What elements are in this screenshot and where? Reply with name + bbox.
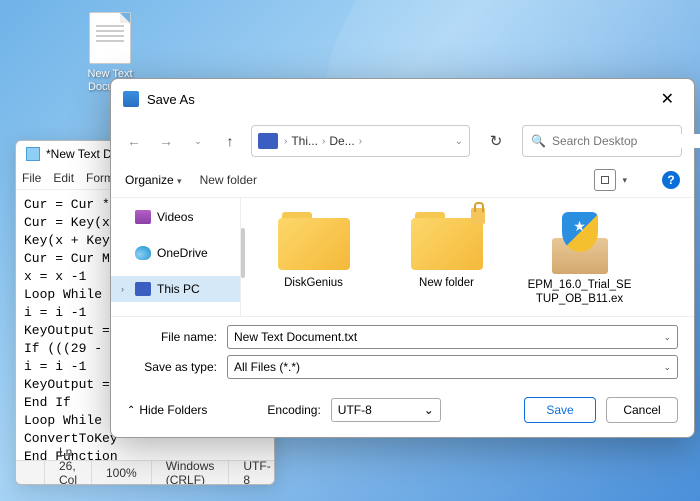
encoding-select[interactable]: UTF-8⌄ — [331, 398, 441, 422]
folder-icon — [278, 212, 350, 270]
nav-row: ← → ⌄ ↑ › Thi... › De... › ⌄ ↻ 🔍 — [111, 119, 694, 163]
chevron-down-icon[interactable]: ⌄ — [424, 403, 434, 417]
status-position: Ln 26, Col 13 — [44, 461, 91, 484]
dialog-titlebar[interactable]: Save As ✕ — [111, 79, 694, 119]
chevron-down-icon[interactable]: ⌄ — [663, 332, 671, 343]
back-button[interactable]: ← — [123, 130, 145, 152]
menu-file[interactable]: File — [22, 171, 41, 185]
up-button[interactable]: ↑ — [219, 130, 241, 152]
nav-tree: Videos OneDrive ›This PC ›DVD Drive (D:)… — [111, 198, 241, 316]
notepad-statusbar: Ln 26, Col 13 100% Windows (CRLF) UTF-8 — [16, 460, 274, 484]
filename-label: File name: — [127, 330, 227, 344]
folder-icon — [411, 212, 483, 270]
saveastype-field[interactable]: All Files (*.*)⌄ — [227, 355, 678, 379]
status-zoom: 100% — [91, 461, 151, 484]
crumb-thispc[interactable]: Thi... — [291, 134, 318, 148]
encoding-label: Encoding: — [267, 403, 320, 417]
refresh-button[interactable]: ↻ — [480, 125, 512, 157]
dialog-title: Save As — [147, 92, 653, 107]
status-eol: Windows (CRLF) — [151, 461, 229, 484]
file-epm[interactable]: EPM_16.0_Trial_SETUP_OB_B11.ex — [527, 212, 632, 302]
save-button[interactable]: Save — [524, 397, 596, 423]
file-newfolder[interactable]: New folder — [394, 212, 499, 302]
tree-thispc[interactable]: ›This PC — [111, 276, 240, 302]
chevron-up-icon: ⌃ — [127, 405, 135, 416]
pc-icon — [135, 282, 151, 296]
chevron-right-icon: › — [284, 136, 287, 147]
new-folder-button[interactable]: New folder — [200, 173, 257, 187]
tree-videos[interactable]: Videos — [111, 204, 240, 230]
status-encoding: UTF-8 — [228, 461, 275, 484]
saveastype-label: Save as type: — [127, 360, 227, 374]
dialog-icon — [123, 91, 139, 107]
dialog-toolbar: Organize ▾ New folder ? — [111, 163, 694, 197]
search-box[interactable]: 🔍 — [522, 125, 682, 157]
cancel-button[interactable]: Cancel — [606, 397, 678, 423]
search-input[interactable] — [552, 134, 700, 148]
forward-button[interactable]: → — [155, 130, 177, 152]
pc-icon — [258, 133, 278, 149]
search-icon: 🔍 — [531, 134, 546, 148]
onedrive-icon — [135, 246, 151, 260]
crumb-desktop[interactable]: De... — [329, 134, 354, 148]
organize-menu[interactable]: Organize ▾ — [125, 173, 182, 187]
view-button[interactable] — [594, 169, 616, 191]
recent-button[interactable]: ⌄ — [187, 130, 209, 152]
chevron-down-icon[interactable]: ⌄ — [455, 136, 463, 147]
hide-folders-button[interactable]: ⌃Hide Folders — [127, 403, 207, 417]
tree-dvd[interactable]: ›DVD Drive (D:) CO — [111, 312, 240, 316]
chevron-right-icon: › — [322, 136, 325, 147]
breadcrumb[interactable]: › Thi... › De... › ⌄ — [251, 125, 470, 157]
lock-icon — [471, 208, 485, 224]
save-as-dialog: Save As ✕ ← → ⌄ ↑ › Thi... › De... › ⌄ ↻… — [110, 78, 695, 438]
chevron-down-icon[interactable]: ⌄ — [663, 362, 671, 373]
videos-icon — [135, 210, 151, 224]
menu-edit[interactable]: Edit — [53, 171, 74, 185]
filename-field[interactable]: ⌄ — [227, 325, 678, 349]
chevron-right-icon[interactable]: › — [121, 284, 129, 294]
tree-onedrive[interactable]: OneDrive — [111, 240, 240, 266]
installer-icon — [544, 212, 616, 274]
filename-input[interactable] — [234, 330, 663, 344]
close-button[interactable]: ✕ — [653, 87, 682, 111]
chevron-right-icon: › — [359, 136, 362, 147]
text-file-icon — [89, 12, 131, 64]
notepad-icon — [26, 147, 40, 161]
file-diskgenius[interactable]: DiskGenius — [261, 212, 366, 302]
help-button[interactable]: ? — [662, 171, 680, 189]
file-pane[interactable]: DiskGenius New folder EPM_16.0_Trial_SET… — [241, 198, 694, 316]
